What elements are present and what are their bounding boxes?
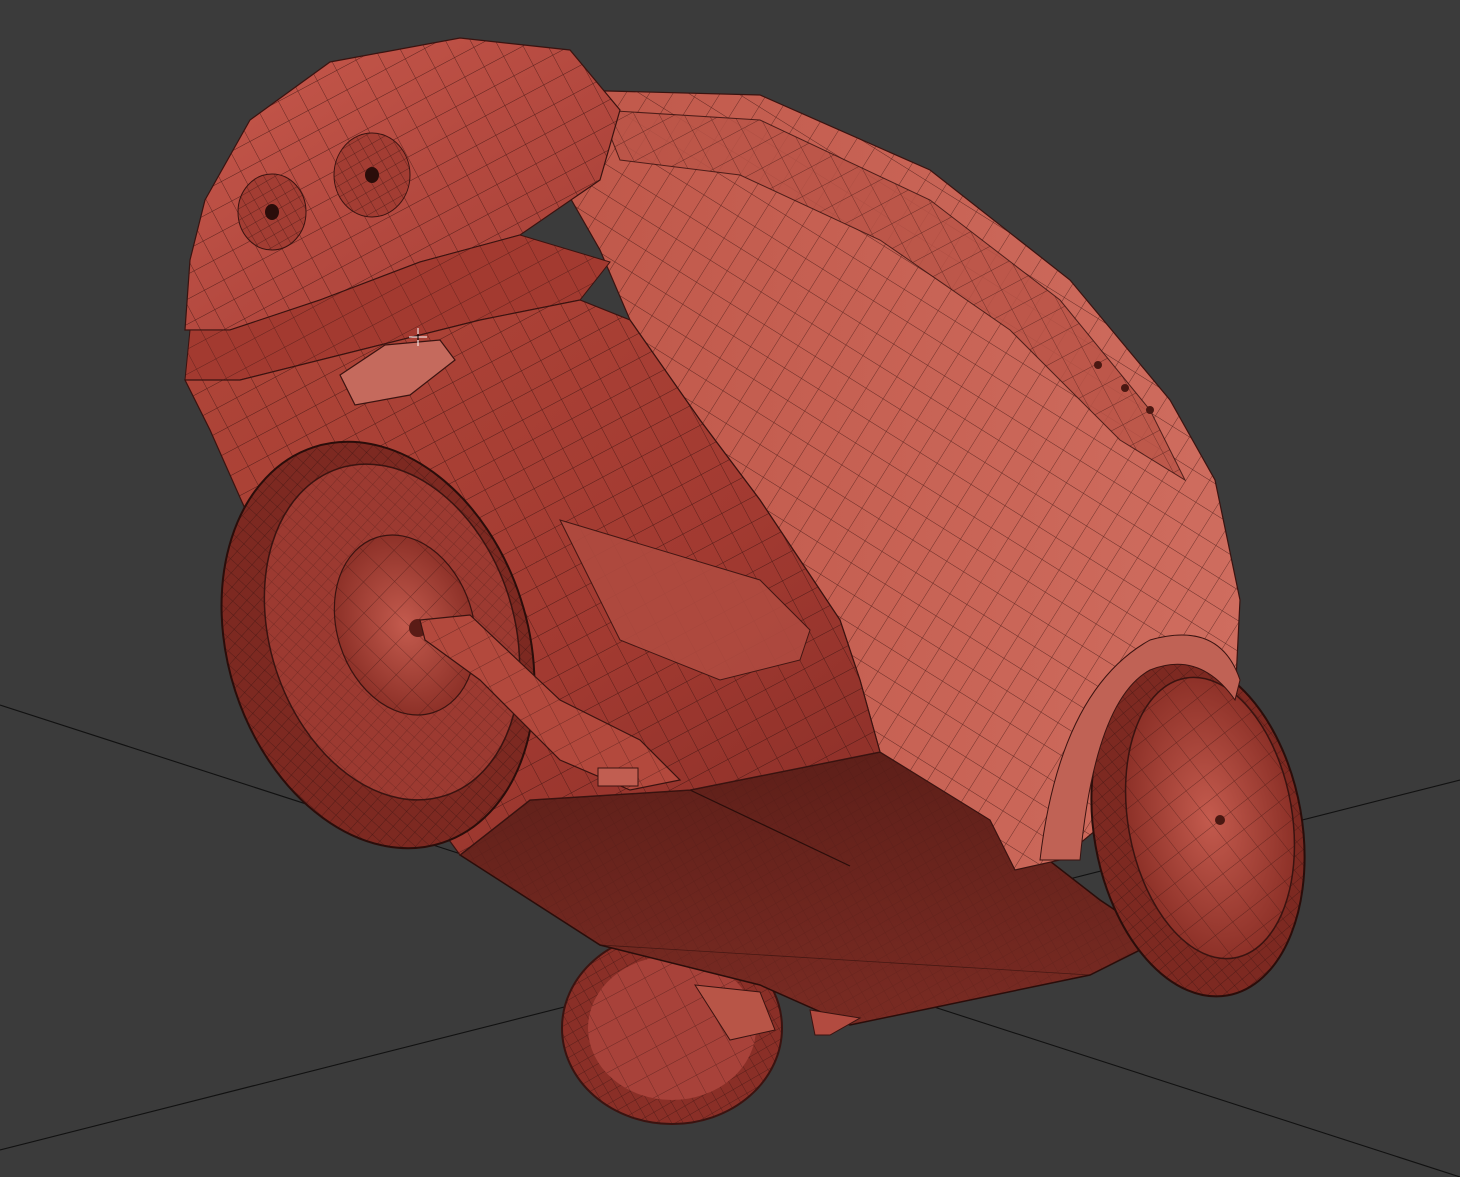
viewport-scene[interactable] (0, 0, 1460, 1177)
lamp-socket (237, 173, 307, 251)
3d-viewport[interactable] (0, 0, 1460, 1177)
lamp-socket (333, 132, 411, 218)
